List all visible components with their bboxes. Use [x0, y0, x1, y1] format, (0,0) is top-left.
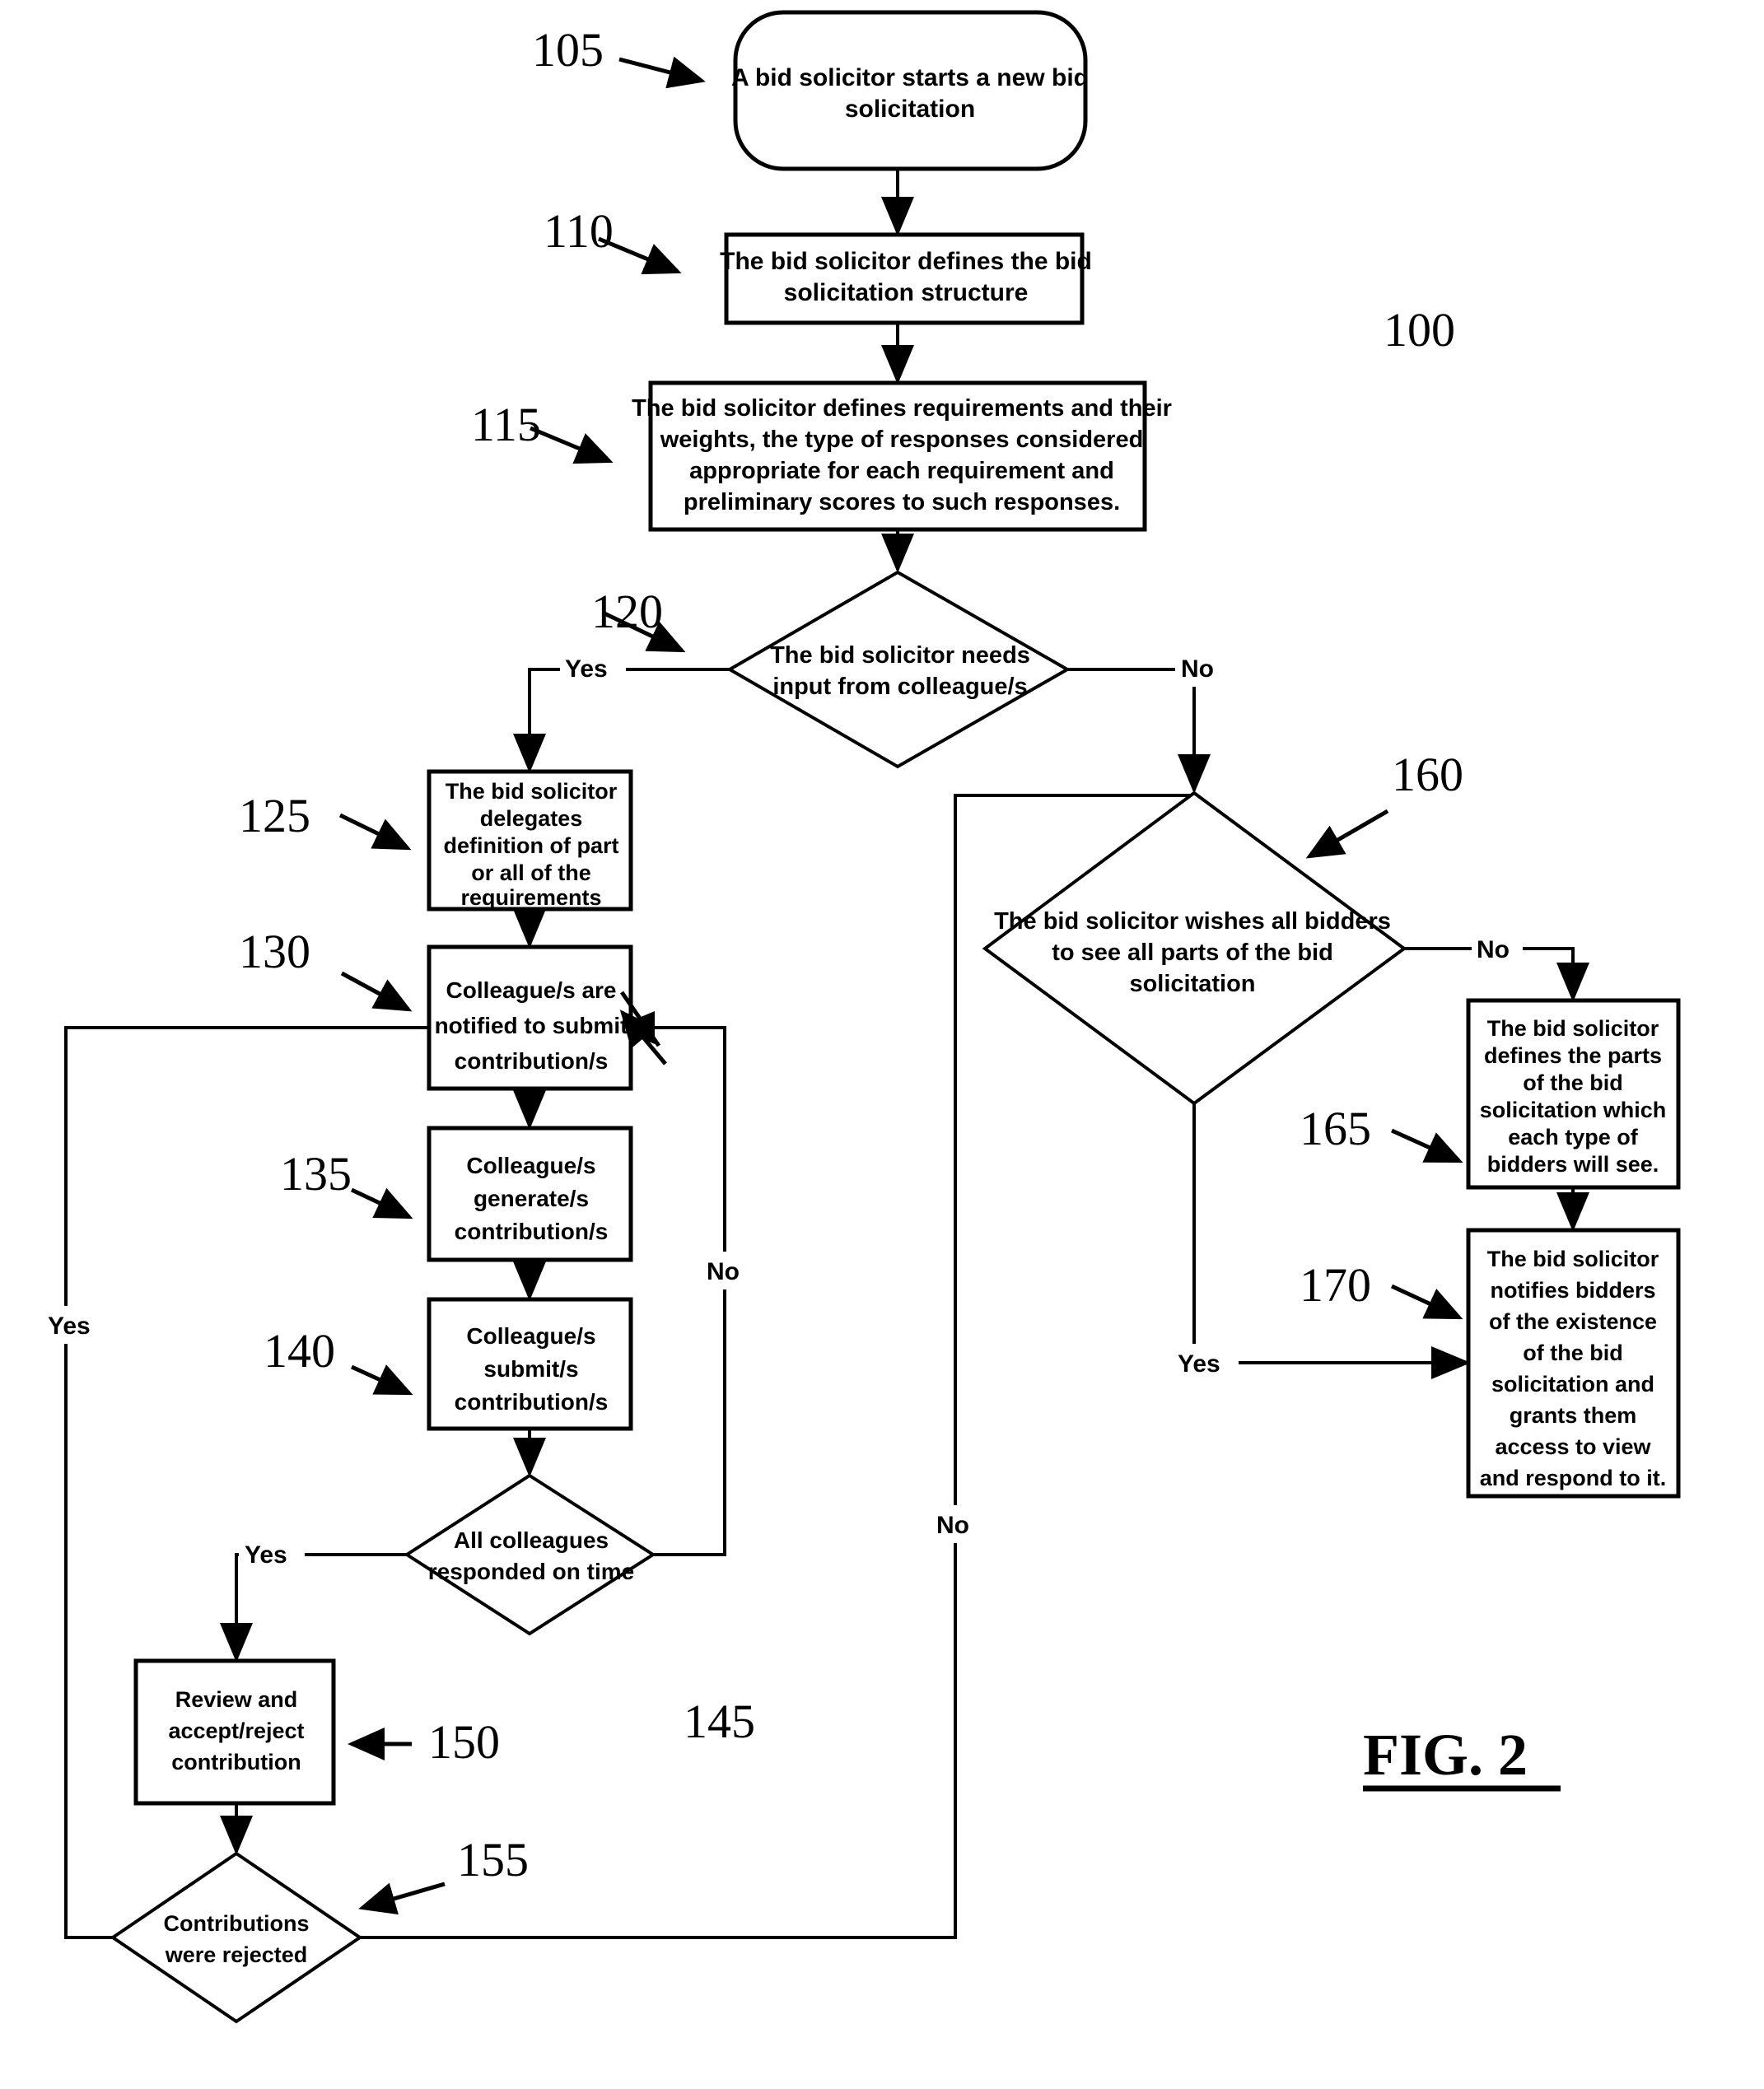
ref-num-110: 110 — [544, 204, 614, 258]
ref-num-120: 120 — [591, 585, 663, 638]
svg-text:input from colleague/s: input from colleague/s — [772, 674, 1027, 700]
ref-num-160: 160 — [1392, 748, 1463, 801]
leader-140 — [350, 1364, 413, 1396]
svg-text:Contributions: Contributions — [164, 1911, 310, 1936]
svg-text:defines the parts: defines the parts — [1484, 1043, 1662, 1068]
svg-text:notifies bidders: notifies bidders — [1490, 1278, 1655, 1303]
ref-num-105: 105 — [532, 23, 604, 77]
leader-130 — [340, 971, 413, 1012]
svg-text:bidders will see.: bidders will see. — [1487, 1152, 1659, 1177]
svg-text:Colleague/s: Colleague/s — [466, 1323, 595, 1349]
svg-text:All colleagues: All colleagues — [454, 1527, 609, 1553]
node-135-label: Colleague/s generate/s contribution/s — [455, 1153, 609, 1244]
leader-115 — [530, 426, 614, 464]
edge-label-145-yes: Yes — [245, 1541, 287, 1569]
svg-text:submit/s: submit/s — [483, 1356, 578, 1382]
svg-text:contribution/s: contribution/s — [455, 1048, 609, 1074]
edge-label-120-yes: Yes — [565, 655, 608, 683]
svg-text:responded on time: responded on time — [428, 1559, 634, 1584]
svg-text:The bid solicitor: The bid solicitor — [1487, 1016, 1659, 1041]
svg-text:contribution/s: contribution/s — [455, 1219, 609, 1244]
leader-170 — [1390, 1284, 1463, 1320]
ref-num-125: 125 — [239, 789, 310, 842]
svg-text:solicitation and: solicitation and — [1491, 1372, 1654, 1397]
svg-text:definition of part: definition of part — [444, 833, 619, 858]
svg-text:Review and: Review and — [175, 1687, 298, 1712]
svg-text:contribution/s: contribution/s — [455, 1389, 609, 1415]
ref-num-135: 135 — [280, 1147, 352, 1201]
leader-125 — [338, 813, 412, 851]
leader-105 — [618, 56, 706, 89]
svg-text:were rejected: were rejected — [165, 1942, 308, 1967]
svg-text:or all of the: or all of the — [471, 860, 591, 885]
edge-120-no-160 — [1067, 668, 1211, 794]
edge-label-160-yes: Yes — [1178, 1350, 1220, 1378]
svg-text:preliminary scores to such res: preliminary scores to such responses. — [684, 489, 1120, 515]
patent-figure-sheet: A bid solicitor starts a new bid solicit… — [0, 0, 1764, 2089]
svg-text:each type of: each type of — [1508, 1125, 1639, 1149]
svg-text:Colleague/s are: Colleague/s are — [446, 977, 617, 1003]
svg-text:The bid solicitor: The bid solicitor — [446, 779, 618, 804]
edge-label-155-yes: Yes — [48, 1313, 91, 1340]
svg-text:notified to submit: notified to submit — [435, 1013, 628, 1038]
svg-text:Colleague/s: Colleague/s — [466, 1153, 595, 1178]
edge-label-155-no: No — [936, 1512, 969, 1539]
svg-text:solicitation structure: solicitation structure — [784, 279, 1029, 306]
ref-num-115: 115 — [471, 398, 541, 451]
ref-num-145: 145 — [684, 1695, 755, 1748]
svg-text:The bid solicitor wishes all b: The bid solicitor wishes all bidders — [994, 908, 1391, 935]
node-120-shape — [726, 570, 1071, 769]
svg-text:of the bid: of the bid — [1523, 1341, 1622, 1365]
node-150-label: Review and accept/reject contribution — [168, 1687, 304, 1774]
figure-label: FIG. 2 — [1363, 1722, 1528, 1788]
svg-text:A bid solicitor starts a new b: A bid solicitor starts a new bid — [731, 64, 1089, 91]
svg-text:The bid solicitor defines requ: The bid solicitor defines requirements a… — [632, 395, 1172, 422]
leader-165 — [1390, 1128, 1463, 1163]
edge-label-160-no: No — [1477, 936, 1510, 963]
leader-135 — [350, 1187, 413, 1219]
figure-label-group: FIG. 2 — [1363, 1722, 1561, 1792]
ref-num-165: 165 — [1300, 1102, 1371, 1155]
svg-text:accept/reject: accept/reject — [168, 1718, 304, 1743]
leader-155 — [358, 1881, 446, 1915]
svg-text:of the existence: of the existence — [1489, 1309, 1657, 1334]
node-145-shape — [404, 1473, 656, 1636]
svg-text:solicitation: solicitation — [845, 96, 975, 123]
ref-num-170: 170 — [1300, 1258, 1371, 1312]
node-125-label: The bid solicitor delegates definition o… — [444, 779, 619, 910]
svg-text:generate/s: generate/s — [474, 1186, 589, 1211]
edge-120-yes-125 — [513, 668, 730, 773]
edge-label-145-no: No — [707, 1258, 740, 1285]
ref-num-130: 130 — [239, 925, 310, 978]
svg-text:grants them: grants them — [1510, 1403, 1637, 1428]
svg-text:contribution: contribution — [171, 1750, 301, 1774]
svg-text:to see all parts of the bid: to see all parts of the bid — [1052, 940, 1333, 966]
svg-text:The bid solicitor needs: The bid solicitor needs — [770, 642, 1030, 669]
svg-text:and respond to it.: and respond to it. — [1480, 1466, 1667, 1490]
svg-text:of the bid: of the bid — [1523, 1070, 1622, 1095]
svg-text:delegates: delegates — [480, 806, 583, 831]
ref-num-155: 155 — [457, 1833, 529, 1886]
flowchart-canvas: A bid solicitor starts a new bid solicit… — [43, 10, 1681, 2024]
svg-text:weights, the type of responses: weights, the type of responses considere… — [660, 427, 1144, 453]
node-155-shape — [110, 1851, 363, 2024]
svg-text:solicitation: solicitation — [1129, 971, 1255, 997]
edge-label-120-no: No — [1181, 655, 1214, 683]
svg-text:appropriate for each requireme: appropriate for each requirement and — [689, 458, 1114, 484]
edge-145-no-130 — [615, 1011, 726, 1556]
svg-text:The bid solicitor defines the: The bid solicitor defines the bid — [720, 248, 1092, 275]
ref-num-140: 140 — [264, 1324, 335, 1378]
ref-num-150: 150 — [428, 1715, 500, 1769]
svg-text:requirements: requirements — [460, 885, 601, 910]
svg-text:The bid solicitor: The bid solicitor — [1487, 1247, 1659, 1271]
ref-num-100-system: 100 — [1384, 303, 1455, 357]
leader-160 — [1305, 809, 1389, 859]
node-130-label: Colleague/s are notified to submit contr… — [435, 977, 628, 1074]
svg-text:solicitation which: solicitation which — [1480, 1098, 1667, 1122]
svg-text:access to view: access to view — [1495, 1434, 1651, 1459]
